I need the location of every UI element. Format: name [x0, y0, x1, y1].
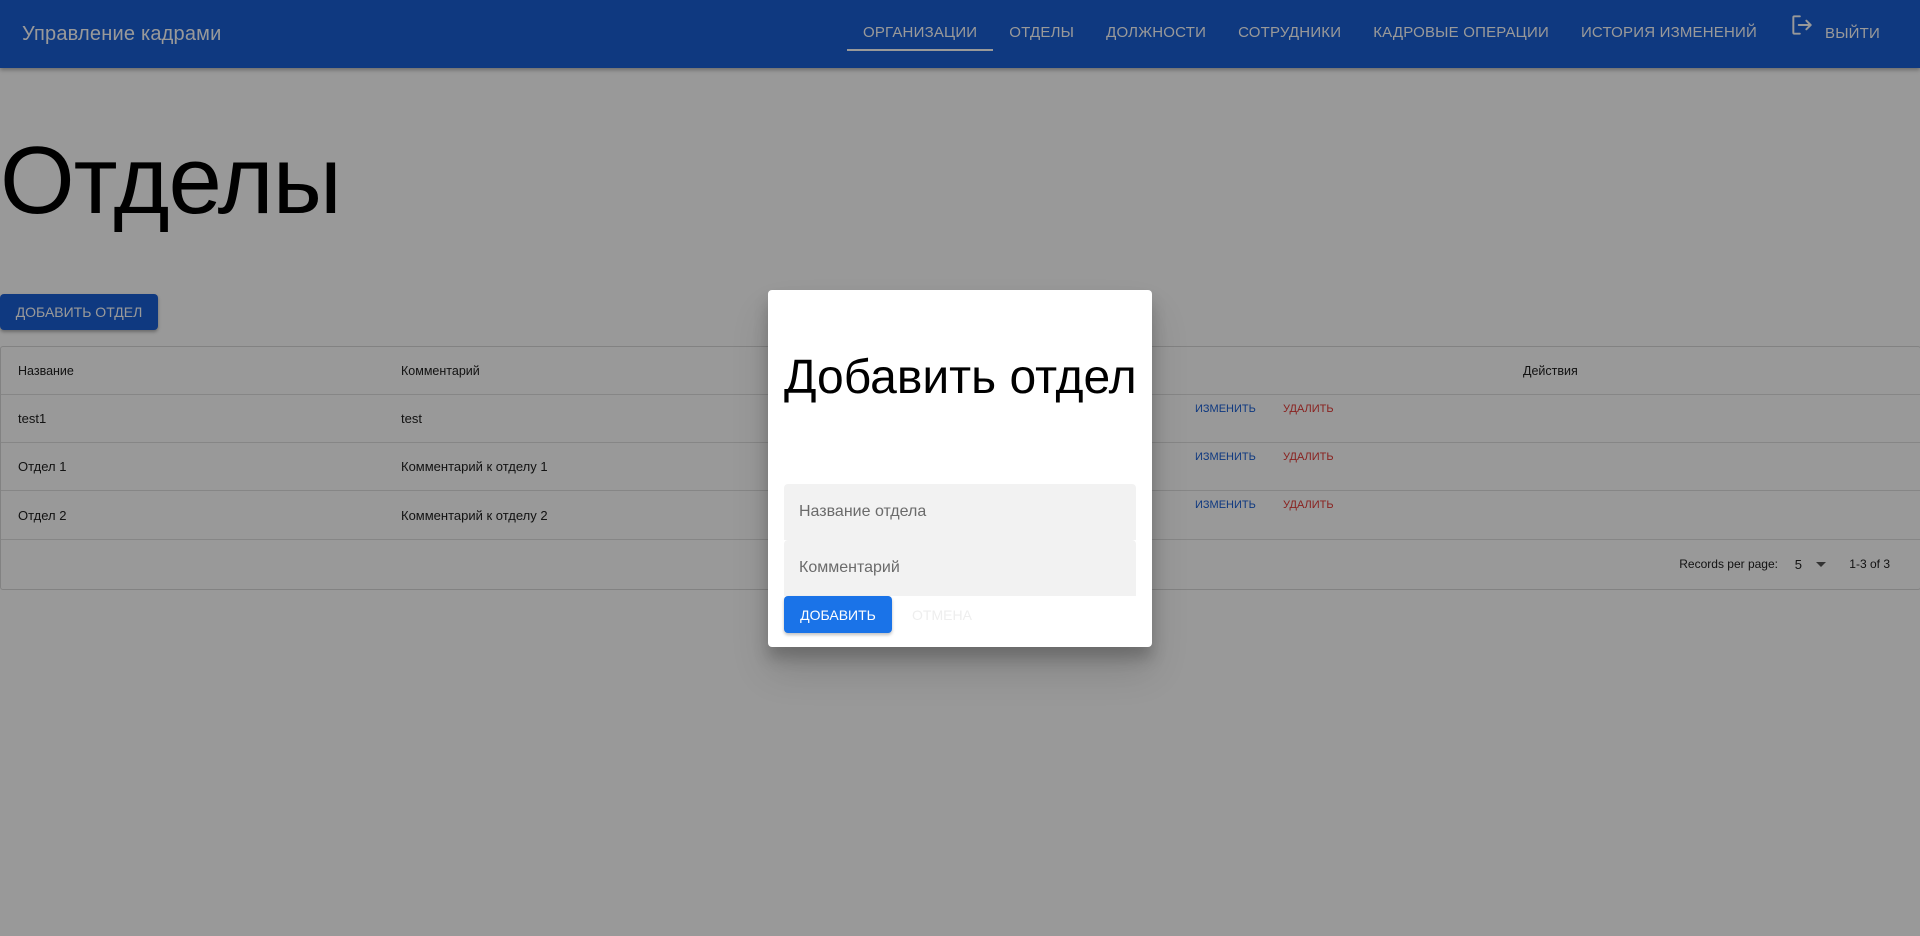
department-name-input[interactable] — [797, 502, 1136, 522]
dialog-cancel-button[interactable]: ОТМЕНА — [902, 596, 982, 633]
dialog-title: Добавить отдел — [784, 351, 1137, 404]
dialog-add-button[interactable]: ДОБАВИТЬ — [784, 596, 892, 633]
department-name-field[interactable] — [784, 484, 1136, 540]
comment-input[interactable] — [797, 558, 1136, 578]
comment-field[interactable] — [784, 540, 1136, 596]
add-department-dialog: Добавить отдел ДОБАВИТЬ ОТМЕНА — [768, 290, 1152, 647]
